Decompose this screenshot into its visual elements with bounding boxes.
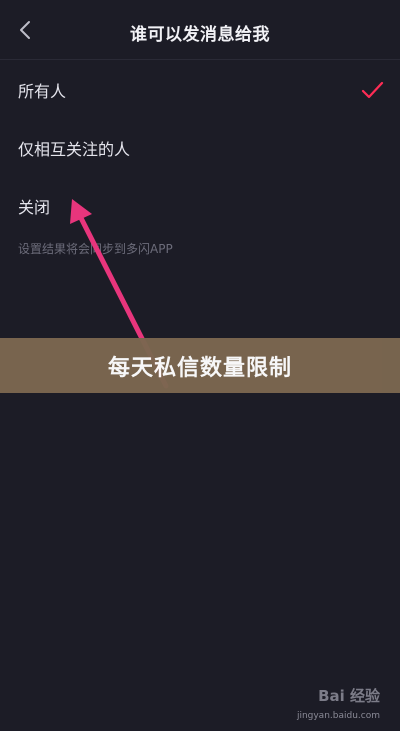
checkmark-icon <box>360 78 384 102</box>
option-label: 关闭 <box>18 198 51 217</box>
caption-text: 每天私信数量限制 <box>107 355 292 381</box>
page-title: 谁可以发消息给我 <box>130 25 270 45</box>
caption-banner: 每天私信数量限制 <box>0 338 400 393</box>
option-label: 所有人 <box>18 82 67 101</box>
option-label: 仅相互关注的人 <box>18 140 131 159</box>
sync-hint-text: 设置结果将会同步到多闪APP <box>18 242 173 256</box>
option-mutual-follow[interactable]: 仅相互关注的人 <box>0 119 400 177</box>
watermark-url: jingyan.baidu.com <box>296 711 380 721</box>
watermark-logo: Bai 经验 <box>318 687 380 705</box>
option-off[interactable]: 关闭 <box>0 177 400 235</box>
top-bar: 谁可以发消息给我 <box>0 0 400 60</box>
option-everyone[interactable]: 所有人 <box>0 61 400 119</box>
watermark: Bai 经验 jingyan.baidu.com <box>285 685 380 721</box>
